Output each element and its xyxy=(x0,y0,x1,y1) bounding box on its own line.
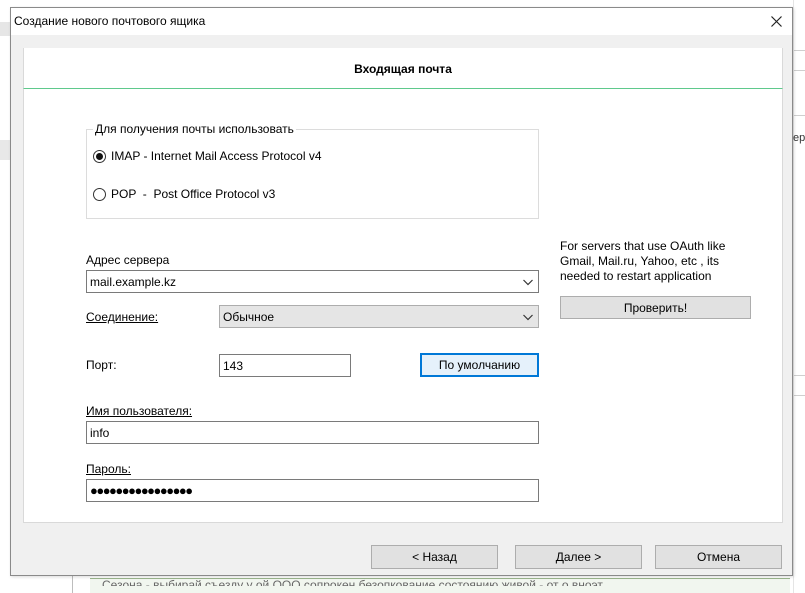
default-port-button[interactable]: По умолчанию xyxy=(420,353,539,377)
cancel-button[interactable]: Отмена xyxy=(655,545,782,569)
background-divider xyxy=(794,70,805,71)
background-window-bottom: Сезона - выбирай съезду у ой ООО сопроке… xyxy=(10,576,793,593)
background-divider xyxy=(794,50,805,51)
pop-label: POP - Post Office Protocol v3 xyxy=(111,187,276,201)
imap-radio-option[interactable]: IMAP - Internet Mail Access Protocol v4 xyxy=(93,149,322,163)
background-strip xyxy=(0,22,10,36)
wizard-page: Для получения почты использовать IMAP - … xyxy=(23,89,783,523)
chevron-down-icon xyxy=(523,314,533,321)
background-text: Сезона - выбирай съезду у ой ООО сопроке… xyxy=(102,579,603,586)
connection-label: Соединение: xyxy=(86,310,159,324)
background-text-bar: Сезона - выбирай съезду у ой ООО сопроке… xyxy=(90,578,790,593)
back-button-label: < Назад xyxy=(412,550,457,564)
check-button[interactable]: Проверить! xyxy=(560,296,751,319)
title-bar[interactable]: Создание нового почтового ящика xyxy=(11,8,792,35)
port-value: 143 xyxy=(223,359,244,373)
password-value: ●●●●●●●●●●●●●●●● xyxy=(90,483,193,498)
username-value: info xyxy=(90,426,110,440)
wizard-step-title: Входящая почта xyxy=(354,62,452,76)
oauth-note: For servers that use OAuth like Gmail, M… xyxy=(560,239,726,283)
connection-select[interactable]: Обычное xyxy=(219,305,539,328)
default-port-label: По умолчанию xyxy=(438,358,521,372)
background-window-right xyxy=(793,0,805,593)
background-divider xyxy=(72,576,73,593)
dialog-title: Создание нового почтового ящика xyxy=(14,14,206,28)
cancel-button-label: Отмена xyxy=(696,550,741,564)
background-strip xyxy=(0,140,10,160)
next-button-label: Далее > xyxy=(555,550,602,564)
pop-radio[interactable] xyxy=(93,187,106,201)
server-value: mail.example.kz xyxy=(90,275,177,289)
pop-radio-option[interactable]: POP - Post Office Protocol v3 xyxy=(93,187,275,201)
background-divider xyxy=(794,395,805,396)
imap-radio[interactable] xyxy=(93,149,106,163)
server-combobox[interactable]: mail.example.kz xyxy=(86,270,539,293)
username-label: Имя пользователя: xyxy=(86,404,193,418)
close-button[interactable] xyxy=(764,10,788,32)
imap-label: IMAP - Internet Mail Access Protocol v4 xyxy=(111,149,322,163)
receive-protocol-group: Для получения почты использовать IMAP - … xyxy=(86,122,539,219)
password-input[interactable]: ●●●●●●●●●●●●●●●● xyxy=(86,479,539,502)
wizard-header: Входящая почта xyxy=(23,48,783,89)
dialog-body: Входящая почта Для получения почты испол… xyxy=(11,35,792,575)
background-window-left xyxy=(0,0,10,593)
background-text: ер xyxy=(793,132,805,144)
port-input[interactable]: 143 xyxy=(219,354,351,377)
next-button[interactable]: Далее > xyxy=(515,545,642,569)
port-label: Порт: xyxy=(86,358,117,372)
chevron-down-icon xyxy=(523,279,533,286)
new-mailbox-dialog: Создание нового почтового ящика Входящая… xyxy=(10,7,793,576)
username-input[interactable]: info xyxy=(86,421,539,444)
background-divider xyxy=(794,375,805,376)
check-button-label: Проверить! xyxy=(623,300,688,315)
background-divider xyxy=(794,115,805,116)
connection-value: Обычное xyxy=(223,310,275,324)
back-button[interactable]: < Назад xyxy=(371,545,498,569)
group-legend: Для получения почты использовать xyxy=(93,122,296,136)
close-icon xyxy=(770,15,782,27)
password-label: Пароль: xyxy=(86,462,131,476)
server-label: Адрес сервера xyxy=(86,253,170,267)
